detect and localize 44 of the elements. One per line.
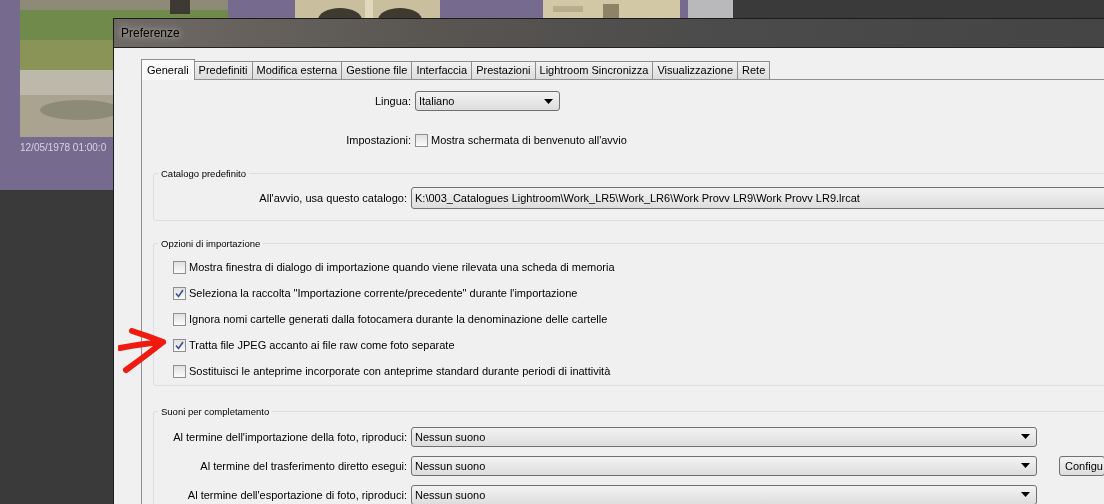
window-title: Preferenze <box>121 26 180 40</box>
field-label: All'avvio, usa questo catalogo: <box>258 192 407 204</box>
checkbox-label: Mostra schermata di benvenuto all'avvio <box>431 134 627 146</box>
checkbox-label: Sostituisci le anteprime incorporate con anteprime standard durante periodi di inattività <box>189 365 611 377</box>
arrow-annotation <box>118 328 168 374</box>
caret-icon <box>1021 463 1030 468</box>
tab[interactable]: Lightroom Sincronizza <box>534 61 654 79</box>
checkbox[interactable] <box>173 286 186 300</box>
dropdown[interactable]: Nessun suono <box>411 426 1037 447</box>
group-title: Catalogo predefinito <box>160 168 248 179</box>
tab[interactable]: Gestione file <box>341 61 413 79</box>
field-label: Lingua: <box>373 95 411 107</box>
caret-icon <box>544 98 553 104</box>
checkbox[interactable] <box>415 133 428 147</box>
group-title: Opzioni di importazione <box>160 238 262 249</box>
tab[interactable]: Rete <box>737 61 771 79</box>
checkbox[interactable] <box>173 364 186 378</box>
checkbox[interactable] <box>173 260 186 274</box>
checkbox-label: Mostra finestra di dialogo di importazione quando viene rilevata una scheda di memoria <box>189 261 615 273</box>
caret-icon <box>1021 434 1030 439</box>
tab[interactable]: Modifica esterna <box>251 61 343 79</box>
field-label: Al termine dell'importazione della foto, riproduci: <box>172 430 407 443</box>
field-label: Al termine dell'esportazione di foto, riproduci: <box>186 488 407 501</box>
dropdown[interactable]: Nessun suono <box>411 455 1037 476</box>
dropdown[interactable]: Italiano <box>415 91 560 111</box>
tab[interactable]: Interfaccia <box>411 61 473 79</box>
checkbox-label: Ignora nomi cartelle generati dalla fotocamera durante la denominazione delle cartelle <box>189 313 608 325</box>
field-label: Impostazioni: <box>345 134 411 146</box>
group-title: Suoni per completamento <box>160 406 271 417</box>
tab[interactable]: Visualizzazione <box>652 61 738 79</box>
tab[interactable]: Predefiniti <box>193 61 253 79</box>
field-label: Al termine del trasferimento diretto esegui: <box>199 459 407 472</box>
checkbox-label: Tratta file JPEG accanto ai file raw come foto separate <box>189 339 455 351</box>
tab[interactable]: Prestazioni <box>471 61 536 79</box>
tab[interactable]: Generali <box>141 59 195 80</box>
thumbnail-date: 12/05/1978 01:00:0 <box>20 142 107 153</box>
dropdown[interactable]: Nessun suono <box>411 484 1037 504</box>
checkbox[interactable] <box>173 312 186 326</box>
checkbox-label: Seleziona la raccolta "Importazione corrente/precedente" durante l'importazione <box>189 287 578 299</box>
caret-icon <box>1021 492 1030 497</box>
dropdown[interactable]: K:\003_Catalogues Lightroom\Work_LR5\Work_LR6\Work Provv LR9\Work Provv LR9.lrcat <box>411 187 1104 209</box>
thumbnail-cell <box>688 0 733 18</box>
checkbox[interactable] <box>173 338 186 352</box>
configure-button[interactable]: Configu <box>1059 455 1104 476</box>
